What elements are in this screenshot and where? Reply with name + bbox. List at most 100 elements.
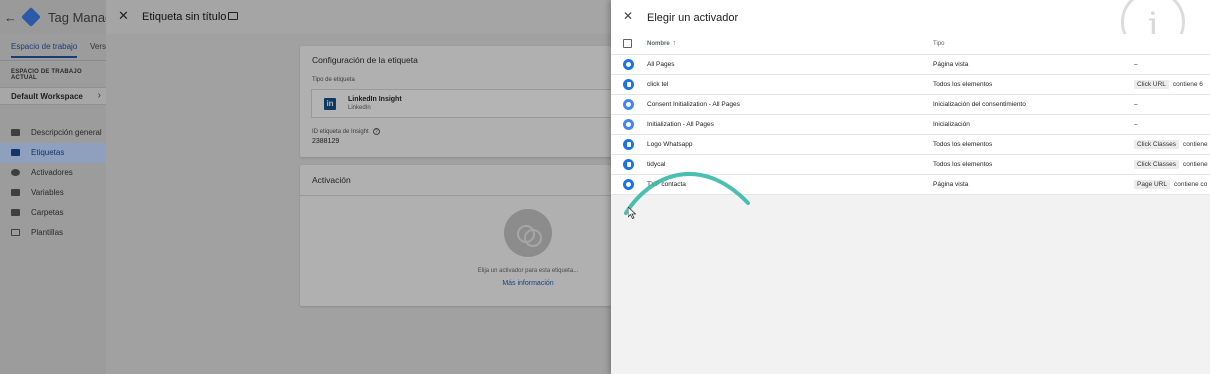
sidebar-item-label: Descripción general: [31, 128, 102, 137]
table-row[interactable]: All Pages Página vista –: [611, 54, 1210, 75]
variables-icon: [11, 189, 20, 196]
trigger-name: TYP contacta: [647, 174, 933, 195]
sidebar-item-label: Carpetas: [31, 208, 64, 217]
card-title: Activación: [312, 175, 351, 185]
sidebar-item-label: Activadores: [31, 168, 73, 177]
filter-operator: contiene co: [1174, 180, 1208, 188]
tab-workspace[interactable]: Espacio de trabajo: [11, 42, 78, 58]
workspace-name: Default Workspace: [11, 92, 83, 101]
workspace-selector[interactable]: Default Workspace ›: [0, 87, 106, 105]
linkedin-icon: in: [324, 98, 336, 110]
trigger-name: Consent Initialization - All Pages: [647, 94, 933, 115]
trigger-filter: –: [1134, 114, 1210, 135]
divider: [300, 195, 611, 196]
sidebar-item-tags[interactable]: Etiquetas: [0, 143, 106, 163]
column-name[interactable]: Nombre ↑: [647, 34, 933, 55]
trigger-type: Todos los elementos: [933, 74, 1134, 95]
table-row[interactable]: Logo Whatsapp Todos los elementos Click …: [611, 134, 1210, 155]
trigger-icon: [11, 169, 20, 176]
column-type[interactable]: Tipo: [933, 34, 1134, 55]
trigger-name: Initialization - All Pages: [647, 114, 933, 135]
trigger-name: click tel: [647, 74, 933, 95]
insight-id-label: ID etiqueta de Insight?: [312, 128, 380, 135]
sidebar-item-label: Variables: [31, 188, 64, 197]
table-row[interactable]: Initialization - All Pages Inicializació…: [611, 114, 1210, 135]
consent-icon: [623, 98, 634, 110]
filter-operator: contiene 6: [1172, 80, 1203, 88]
insight-id-label-text: ID etiqueta de Insight: [312, 129, 369, 136]
tag-type-name: LinkedIn Insight: [348, 96, 402, 103]
trigger-name: All Pages: [647, 54, 933, 75]
column-name-label: Nombre: [647, 41, 670, 48]
tag-type-label: Tipo de etiqueta: [312, 77, 355, 83]
trigger-type: Todos los elementos: [933, 154, 1134, 175]
template-icon: [11, 229, 20, 236]
more-info-link[interactable]: Más información: [300, 280, 611, 287]
power-icon: [623, 118, 634, 130]
filter-variable: Click Classes: [1134, 139, 1180, 149]
close-icon[interactable]: ✕: [118, 8, 129, 24]
click-icon: [623, 78, 634, 90]
filter-variable: Page URL: [1134, 179, 1170, 189]
filter-variable: Click Classes: [1134, 159, 1180, 169]
tag-config-card[interactable]: Configuración de la etiqueta Tipo de eti…: [300, 46, 611, 157]
tag-title[interactable]: Etiqueta sin título: [142, 11, 226, 23]
trigger-hint: Elija un activador para esta etiqueta...: [477, 268, 579, 274]
tag-type-box[interactable]: in LinkedIn Insight LinkedIn: [311, 89, 611, 118]
sidebar-nav: Descripción general Etiquetas Activadore…: [0, 123, 106, 243]
folder-icon[interactable]: [228, 12, 238, 20]
eye-icon: [623, 58, 634, 70]
sidebar-item-overview[interactable]: Descripción general: [0, 123, 106, 143]
card-title: Configuración de la etiqueta: [312, 55, 418, 65]
tag-icon: [11, 149, 20, 156]
filter-operator: contiene: [1183, 160, 1208, 168]
panel-header: ✕ Elegir un activador i: [611, 0, 1210, 54]
trigger-table: Nombre ↑ Tipo All Pages Página vista – cl…: [611, 34, 1210, 195]
table-header: Nombre ↑ Tipo: [611, 34, 1210, 55]
table-row[interactable]: Consent Initialization - All Pages Inici…: [611, 94, 1210, 115]
trigger-filter: –: [1134, 94, 1210, 115]
table-row[interactable]: TYP contacta Página vista Page URL contie…: [611, 174, 1210, 195]
divider: [0, 60, 106, 61]
trigger-name: Logo Whatsapp: [647, 134, 933, 155]
filter-variable: Click URL: [1134, 79, 1169, 89]
sidebar-item-templates[interactable]: Plantillas: [0, 223, 106, 243]
close-icon[interactable]: ✕: [623, 9, 633, 23]
trigger-type: Inicialización del consentimiento: [933, 94, 1134, 115]
back-arrow-icon[interactable]: ←: [4, 10, 17, 25]
folder-icon: [11, 209, 20, 216]
workspace-label: ESPACIO DE TRABAJO ACTUAL: [11, 69, 82, 81]
click-icon: [623, 158, 634, 170]
trigger-card[interactable]: Activación Elija un activador para esta …: [300, 165, 611, 306]
trigger-name: tidycal: [647, 154, 933, 175]
trigger-filter: Click Classes contiene: [1134, 154, 1210, 175]
trigger-filter: Click Classes contiene: [1134, 134, 1210, 155]
insight-id-value: 2388129: [312, 138, 340, 145]
choose-trigger-panel: ✕ Elegir un activador i Nombre ↑ Tipo All…: [611, 0, 1210, 374]
workspace-tabs: Espacio de trabajo Versiones: [0, 34, 106, 60]
eye-icon: [623, 178, 634, 190]
trigger-type: Página vista: [933, 174, 1134, 195]
trigger-type: Inicialización: [933, 114, 1134, 135]
select-all-checkbox[interactable]: [623, 39, 632, 49]
panel-title: Elegir un activador: [647, 12, 739, 24]
click-icon: [623, 138, 634, 150]
sidebar-item-folders[interactable]: Carpetas: [0, 203, 106, 223]
sidebar: Espacio de trabajo Versiones ESPACIO DE …: [0, 34, 106, 374]
trigger-filter: –: [1134, 54, 1210, 75]
chevron-right-icon: ›: [97, 90, 101, 101]
sidebar-item-triggers[interactable]: Activadores: [0, 163, 106, 183]
table-row[interactable]: tidycal Todos los elementos Click Classe…: [611, 154, 1210, 175]
sort-arrow-icon: ↑: [672, 40, 677, 48]
tab-versions[interactable]: Versiones: [90, 42, 106, 51]
sidebar-item-variables[interactable]: Variables: [0, 183, 106, 203]
trigger-placeholder-icon[interactable]: [504, 209, 552, 257]
trigger-type: Página vista: [933, 54, 1134, 75]
help-icon[interactable]: ?: [372, 128, 380, 135]
trigger-filter: Click URL contiene 6: [1134, 74, 1210, 95]
sidebar-item-label: Etiquetas: [31, 148, 65, 157]
table-row[interactable]: click tel Todos los elementos Click URL c…: [611, 74, 1210, 95]
tag-type-vendor: LinkedIn: [348, 105, 371, 111]
trigger-type: Todos los elementos: [933, 134, 1134, 155]
tag-editor-header: ✕ Etiqueta sin título: [106, 0, 611, 34]
